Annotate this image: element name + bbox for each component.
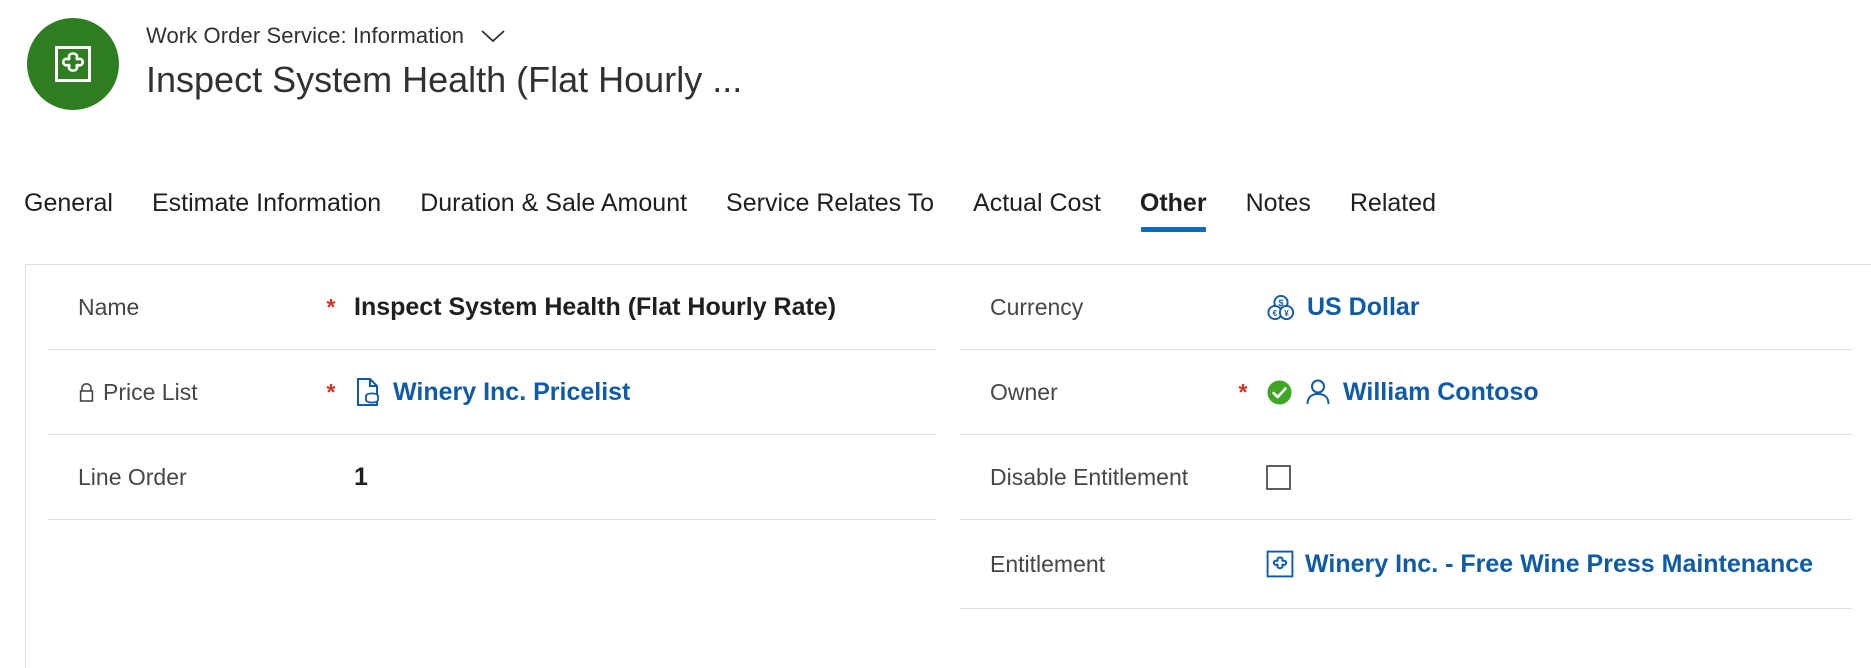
chevron-down-icon[interactable]	[480, 28, 506, 44]
field-row-left-spacer	[48, 520, 936, 605]
required-marker-disable-entitlement: *	[1220, 466, 1266, 489]
price-list-link[interactable]: Winery Inc. Pricelist	[393, 378, 630, 407]
entitlement-link[interactable]: Winery Inc. - Free Wine Press Maintenanc…	[1305, 550, 1813, 579]
tab-other[interactable]: Other	[1140, 180, 1207, 232]
field-row-entitlement: Entitlement * Winery Inc. - Free Wine Pr…	[960, 520, 1852, 609]
field-label-currency: Currency	[990, 293, 1084, 320]
tab-notes[interactable]: Notes	[1246, 180, 1311, 232]
lock-icon	[78, 382, 95, 403]
entitlement-puzzle-icon	[1266, 550, 1294, 578]
currency-link[interactable]: US Dollar	[1307, 293, 1420, 322]
form-section-other: Name * Inspect System Health (Flat Hourl…	[25, 264, 1871, 668]
tab-duration-and-sale-amount[interactable]: Duration & Sale Amount	[420, 180, 687, 232]
tab-estimate-information[interactable]: Estimate Information	[152, 180, 381, 232]
field-label-owner: Owner	[990, 378, 1058, 405]
tab-service-relates-to[interactable]: Service Relates To	[726, 180, 934, 232]
required-marker-price-list: *	[326, 378, 336, 405]
field-value-entitlement[interactable]: Winery Inc. - Free Wine Press Maintenanc…	[1266, 550, 1813, 579]
form-tab-bar: General Estimate Information Duration & …	[0, 180, 1871, 258]
page-title: Inspect System Health (Flat Hourly ...	[146, 59, 743, 100]
svg-text:¥: ¥	[1284, 309, 1289, 318]
price-list-label-text: Price List	[103, 378, 198, 405]
field-row-owner: Owner * William Contoso	[960, 350, 1852, 435]
field-value-price-list[interactable]: Winery Inc. Pricelist	[354, 377, 630, 407]
breadcrumb-label: Work Order Service: Information	[146, 23, 465, 48]
form-columns: Name * Inspect System Health (Flat Hourl…	[26, 265, 1871, 609]
field-value-disable-entitlement	[1266, 464, 1291, 490]
record-header: Work Order Service: Information Inspect …	[0, 0, 742, 110]
field-label-entitlement: Entitlement	[990, 550, 1106, 577]
header-text-block: Work Order Service: Information Inspect …	[146, 18, 742, 103]
field-row-disable-entitlement: Disable Entitlement *	[960, 435, 1852, 520]
required-marker-currency: *	[1220, 296, 1266, 319]
breadcrumb[interactable]: Work Order Service: Information	[146, 22, 742, 50]
field-label-line-order: Line Order	[78, 463, 187, 490]
field-value-name[interactable]: Inspect System Health (Flat Hourly Rate)	[354, 293, 836, 322]
required-marker-name: *	[326, 293, 336, 320]
required-marker-entitlement: *	[1220, 553, 1266, 576]
entitlement-puzzle-icon	[51, 42, 95, 86]
field-row-name: Name * Inspect System Health (Flat Hourl…	[48, 265, 936, 350]
field-row-currency: Currency * $ € ¥	[960, 265, 1852, 350]
owner-link[interactable]: William Contoso	[1343, 378, 1539, 407]
field-value-owner[interactable]: William Contoso	[1266, 377, 1539, 407]
svg-text:€: €	[1273, 309, 1278, 318]
green-check-icon	[1266, 379, 1293, 406]
currency-coins-icon: $ € ¥	[1266, 292, 1296, 322]
person-icon	[1304, 377, 1332, 407]
field-row-price-list: Price List * Winery Inc. Pricelist	[48, 350, 936, 435]
tab-related[interactable]: Related	[1350, 180, 1436, 232]
field-row-line-order: Line Order * 1	[48, 435, 936, 520]
work-order-service-form-page: Work Order Service: Information Inspect …	[0, 0, 1871, 668]
form-column-right: Currency * $ € ¥	[936, 265, 1852, 609]
field-label-price-list: Price List	[48, 379, 308, 406]
tab-general[interactable]: General	[24, 180, 113, 232]
required-marker-line-order: *	[308, 466, 354, 489]
form-column-left: Name * Inspect System Health (Flat Hourl…	[26, 265, 936, 609]
line-order-value-text: 1	[354, 462, 368, 491]
field-value-line-order[interactable]: 1	[354, 463, 368, 492]
required-marker-owner: *	[1238, 378, 1248, 405]
field-value-currency[interactable]: $ € ¥ US Dollar	[1266, 292, 1420, 322]
price-list-icon	[354, 377, 382, 407]
name-value-text: Inspect System Health (Flat Hourly Rate)	[354, 292, 837, 321]
disable-entitlement-checkbox[interactable]	[1266, 464, 1291, 490]
tab-actual-cost[interactable]: Actual Cost	[973, 180, 1101, 232]
entity-avatar	[27, 18, 119, 110]
field-label-disable-entitlement: Disable Entitlement	[990, 463, 1189, 490]
field-label-name: Name	[78, 293, 140, 320]
